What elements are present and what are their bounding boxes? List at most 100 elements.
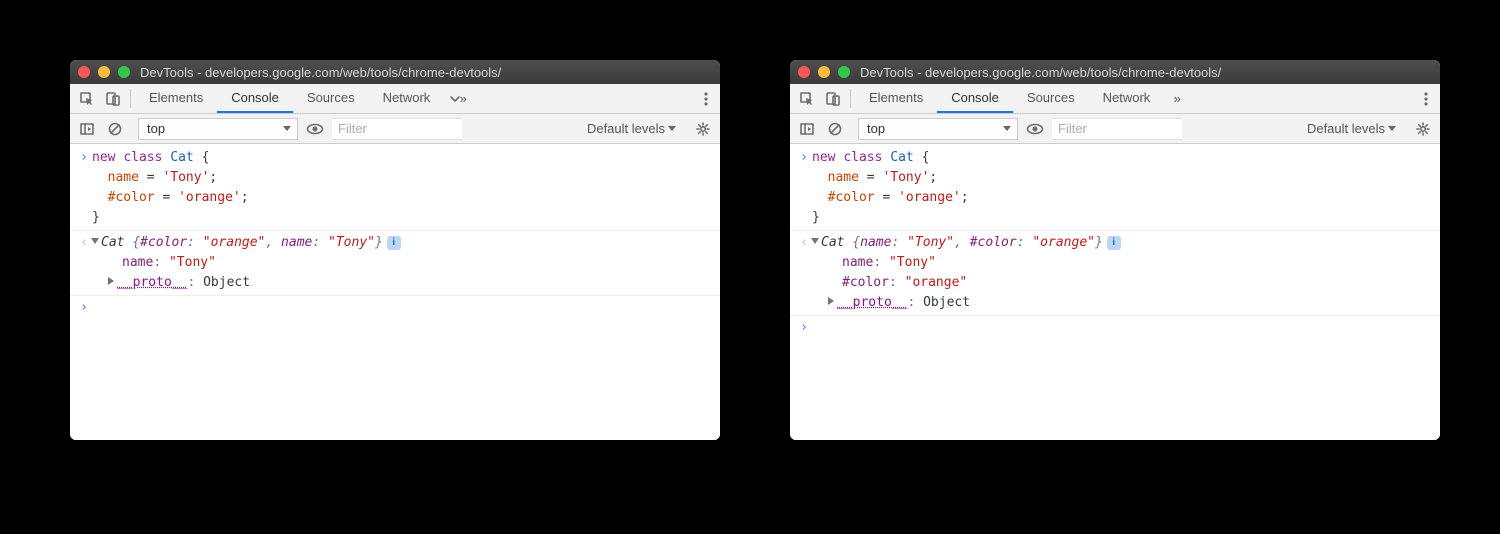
input-chevron-icon: › xyxy=(796,148,812,168)
console-toolbar: top Filter Default levels xyxy=(790,114,1440,144)
live-expression-icon[interactable] xyxy=(304,118,326,140)
console-settings-icon[interactable] xyxy=(692,118,714,140)
window-titlebar[interactable]: DevTools - developers.google.com/web/too… xyxy=(70,60,720,84)
tab-sources[interactable]: Sources xyxy=(293,84,369,113)
console-output-line[interactable]: __proto__: Object xyxy=(70,273,720,293)
filter-input[interactable]: Filter xyxy=(332,118,462,140)
minimize-button[interactable] xyxy=(818,66,830,78)
log-levels-select[interactable]: Default levels xyxy=(1307,121,1400,136)
clear-console-icon[interactable] xyxy=(104,118,126,140)
console-input-line: #color = 'orange'; xyxy=(70,188,720,208)
device-toolbar-icon[interactable] xyxy=(100,84,126,113)
filter-input[interactable]: Filter xyxy=(1052,118,1182,140)
execution-context-value: top xyxy=(147,121,165,136)
tab-sources[interactable]: Sources xyxy=(1013,84,1089,113)
output-chevron-icon: ‹ xyxy=(796,233,812,253)
object-summary[interactable]: Cat {name: "Tony", #color: "orange"}i xyxy=(812,233,1434,253)
console-prompt[interactable]: › xyxy=(790,315,1440,338)
settings-menu-icon[interactable] xyxy=(696,84,716,113)
console-input-line: } xyxy=(70,208,720,228)
window-traffic-lights xyxy=(798,66,850,78)
console-input-line: name = 'Tony'; xyxy=(70,168,720,188)
separator xyxy=(850,89,851,108)
devtools-tabbar: Elements Console Sources Network » xyxy=(70,84,720,114)
chevron-down-icon xyxy=(668,126,676,131)
output-chevron-icon: ‹ xyxy=(76,233,92,253)
inspect-element-icon[interactable] xyxy=(74,84,100,113)
close-button[interactable] xyxy=(798,66,810,78)
tab-elements[interactable]: Elements xyxy=(135,84,217,113)
console-input-line: #color = 'orange'; xyxy=(790,188,1440,208)
separator xyxy=(130,89,131,108)
execution-context-value: top xyxy=(867,121,885,136)
object-summary[interactable]: Cat {#color: "orange", name: "Tony"}i xyxy=(92,233,714,253)
object-proto[interactable]: __proto__: Object xyxy=(812,293,1434,313)
console-input-line: › new class Cat { xyxy=(70,148,720,168)
console-output-line[interactable]: __proto__: Object xyxy=(790,293,1440,313)
input-chevron-icon: › xyxy=(76,148,92,168)
console-toolbar: top Filter Default levels xyxy=(70,114,720,144)
minimize-button[interactable] xyxy=(98,66,110,78)
console-body[interactable]: › new class Cat { name = 'Tony'; #color … xyxy=(70,144,720,440)
log-levels-select[interactable]: Default levels xyxy=(587,121,680,136)
console-body[interactable]: › new class Cat { name = 'Tony'; #color … xyxy=(790,144,1440,440)
device-toolbar-icon[interactable] xyxy=(820,84,846,113)
disclosure-triangle-icon[interactable] xyxy=(108,277,114,285)
live-expression-icon[interactable] xyxy=(1024,118,1046,140)
object-property: #color: "orange" xyxy=(812,273,1434,293)
console-sidebar-toggle-icon[interactable] xyxy=(796,118,818,140)
tab-console[interactable]: Console xyxy=(937,84,1013,113)
code-line: #color = 'orange'; xyxy=(92,188,714,208)
tabs-overflow-icon[interactable]: » xyxy=(444,84,470,113)
console-output-line[interactable]: ‹ Cat {name: "Tony", #color: "orange"}i xyxy=(790,230,1440,253)
console-output-line[interactable]: name: "Tony" xyxy=(790,253,1440,273)
console-input-line: } xyxy=(790,208,1440,228)
maximize-button[interactable] xyxy=(838,66,850,78)
tab-network[interactable]: Network xyxy=(369,84,445,113)
code-line: new class Cat { xyxy=(812,148,1434,168)
execution-context-select[interactable]: top xyxy=(858,118,1018,140)
console-input-line: › new class Cat { xyxy=(790,148,1440,168)
console-sidebar-toggle-icon[interactable] xyxy=(76,118,98,140)
inspect-element-icon[interactable] xyxy=(794,84,820,113)
console-output-line[interactable]: name: "Tony" xyxy=(70,253,720,273)
tab-network[interactable]: Network xyxy=(1089,84,1165,113)
clear-console-icon[interactable] xyxy=(824,118,846,140)
settings-menu-icon[interactable] xyxy=(1416,84,1436,113)
input-chevron-icon: › xyxy=(796,318,812,338)
console-settings-icon[interactable] xyxy=(1412,118,1434,140)
input-chevron-icon: › xyxy=(76,298,92,318)
object-property: name: "Tony" xyxy=(812,253,1434,273)
devtools-window: DevTools - developers.google.com/web/too… xyxy=(70,60,720,440)
devtools-tabbar: Elements Console Sources Network » xyxy=(790,84,1440,114)
log-levels-label: Default levels xyxy=(587,121,665,136)
code-line: } xyxy=(92,208,714,228)
disclosure-triangle-icon[interactable] xyxy=(91,238,99,244)
tabs-overflow-icon[interactable]: » xyxy=(1164,84,1190,113)
object-proto[interactable]: __proto__: Object xyxy=(92,273,714,293)
window-title: DevTools - developers.google.com/web/too… xyxy=(860,65,1221,80)
window-title: DevTools - developers.google.com/web/too… xyxy=(140,65,501,80)
maximize-button[interactable] xyxy=(118,66,130,78)
object-property: name: "Tony" xyxy=(92,253,714,273)
info-icon[interactable]: i xyxy=(1107,236,1121,250)
chevron-down-icon xyxy=(1388,126,1396,131)
window-titlebar[interactable]: DevTools - developers.google.com/web/too… xyxy=(790,60,1440,84)
chevron-down-icon xyxy=(1003,126,1011,131)
disclosure-triangle-icon[interactable] xyxy=(811,238,819,244)
disclosure-triangle-icon[interactable] xyxy=(828,297,834,305)
execution-context-select[interactable]: top xyxy=(138,118,298,140)
console-prompt[interactable]: › xyxy=(70,295,720,318)
code-line: } xyxy=(812,208,1434,228)
console-input-line: name = 'Tony'; xyxy=(790,168,1440,188)
window-traffic-lights xyxy=(78,66,130,78)
devtools-window: DevTools - developers.google.com/web/too… xyxy=(790,60,1440,440)
console-output-line[interactable]: #color: "orange" xyxy=(790,273,1440,293)
tab-elements[interactable]: Elements xyxy=(855,84,937,113)
tab-console[interactable]: Console xyxy=(217,84,293,113)
info-icon[interactable]: i xyxy=(387,236,401,250)
code-line: name = 'Tony'; xyxy=(92,168,714,188)
close-button[interactable] xyxy=(78,66,90,78)
log-levels-label: Default levels xyxy=(1307,121,1385,136)
console-output-line[interactable]: ‹ Cat {#color: "orange", name: "Tony"}i xyxy=(70,230,720,253)
